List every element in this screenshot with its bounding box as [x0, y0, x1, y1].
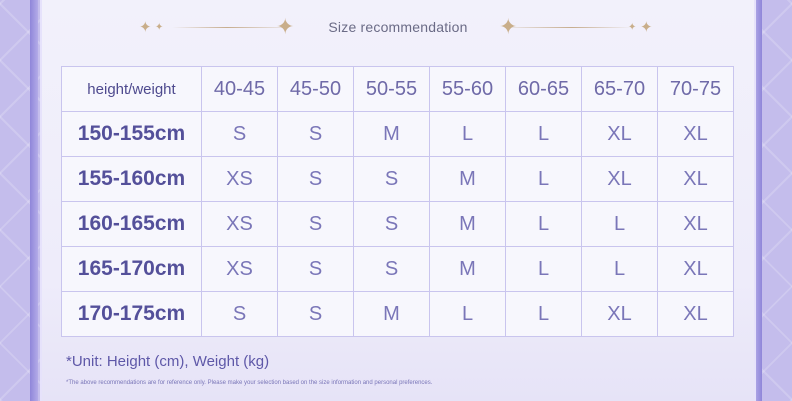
weight-header: 65-70	[581, 66, 658, 112]
weight-header: 45-50	[277, 66, 354, 112]
weight-header: 55-60	[429, 66, 506, 112]
table-row: 165-170cm XS S S M L L XL	[61, 246, 734, 292]
table-row: 170-175cm S S M L L XL XL	[61, 291, 734, 337]
size-table: height/weight 40-45 45-50 50-55 55-60 60…	[61, 66, 734, 337]
size-cell: XL	[581, 156, 658, 202]
weight-header: 50-55	[353, 66, 430, 112]
size-cell: M	[353, 291, 430, 337]
size-cell: S	[201, 291, 278, 337]
size-cell: XL	[657, 201, 734, 247]
sparkle-icon: ✦	[628, 22, 637, 33]
height-cell: 155-160cm	[61, 156, 202, 202]
table-row: 155-160cm XS S S M L XL XL	[61, 156, 734, 202]
size-cell: S	[353, 156, 430, 202]
size-cell: M	[429, 201, 506, 247]
disclaimer-text: *The above recommendations are for refer…	[66, 380, 433, 386]
size-cell: L	[505, 111, 582, 157]
size-cell: S	[277, 246, 354, 292]
size-cell: S	[353, 246, 430, 292]
size-cell: XS	[201, 246, 278, 292]
header: ✦ ✦ ✦ Size recommendation ✦ ✦ ✦	[42, 12, 754, 44]
size-cell: M	[429, 246, 506, 292]
size-cell: L	[581, 201, 658, 247]
size-cell: XS	[201, 156, 278, 202]
header-label: height/weight	[61, 66, 202, 112]
frame-left	[30, 0, 38, 401]
size-cell: L	[581, 246, 658, 292]
size-cell: XL	[657, 156, 734, 202]
decorative-line-right	[512, 27, 632, 28]
size-cell: XL	[657, 291, 734, 337]
weight-header: 40-45	[201, 66, 278, 112]
size-cell: S	[277, 111, 354, 157]
height-cell: 160-165cm	[61, 201, 202, 247]
unit-note: *Unit: Height (cm), Weight (kg)	[66, 353, 270, 370]
size-cell: XL	[657, 111, 734, 157]
size-cell: L	[505, 291, 582, 337]
size-cell: L	[505, 201, 582, 247]
table-header-row: height/weight 40-45 45-50 50-55 55-60 60…	[61, 66, 734, 112]
size-cell: XL	[657, 246, 734, 292]
size-cell: XS	[201, 201, 278, 247]
size-cell: M	[353, 111, 430, 157]
size-cell: L	[429, 291, 506, 337]
size-cell: S	[277, 291, 354, 337]
table-row: 150-155cm S S M L L XL XL	[61, 111, 734, 157]
height-cell: 150-155cm	[61, 111, 202, 157]
size-cell: L	[505, 156, 582, 202]
size-cell: S	[277, 156, 354, 202]
size-cell: L	[429, 111, 506, 157]
size-chart-panel: ✦ ✦ ✦ Size recommendation ✦ ✦ ✦ height/w…	[40, 0, 756, 401]
size-cell: M	[429, 156, 506, 202]
size-cell: S	[277, 201, 354, 247]
weight-header: 70-75	[657, 66, 734, 112]
height-cell: 165-170cm	[61, 246, 202, 292]
size-cell: L	[505, 246, 582, 292]
table-row: 160-165cm XS S S M L L XL	[61, 201, 734, 247]
size-cell: XL	[581, 111, 658, 157]
height-cell: 170-175cm	[61, 291, 202, 337]
size-cell: S	[201, 111, 278, 157]
size-cell: S	[353, 201, 430, 247]
weight-header: 60-65	[505, 66, 582, 112]
sparkle-icon: ✦	[640, 19, 653, 36]
size-cell: XL	[581, 291, 658, 337]
